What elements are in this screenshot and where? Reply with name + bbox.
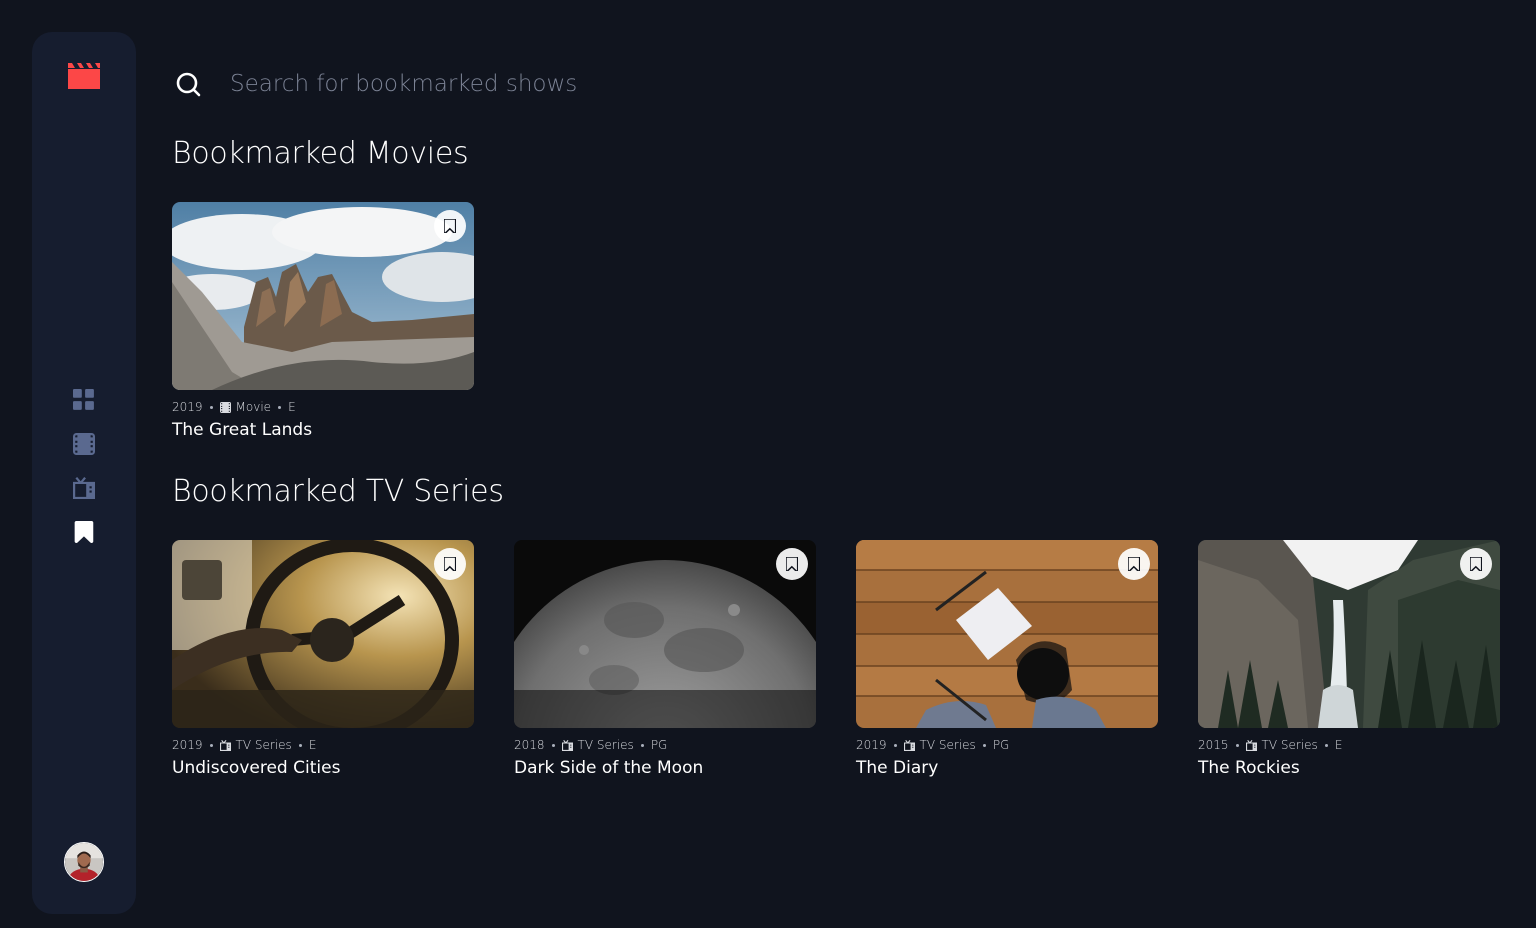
- nav-bookmark-icon[interactable]: [73, 521, 95, 543]
- nav-movies-film-icon[interactable]: [73, 433, 95, 455]
- bookmark-outline-icon: [444, 219, 456, 233]
- meta-separator: [298, 743, 302, 747]
- bookmark-toggle-button[interactable]: [434, 548, 466, 580]
- year: 2019: [172, 400, 203, 414]
- bookmark-toggle-button[interactable]: [434, 210, 466, 242]
- meta-separator: [209, 405, 213, 409]
- tv-series-meta: 2018 TV Series PG: [514, 738, 816, 752]
- bookmark-toggle-button[interactable]: [1118, 548, 1150, 580]
- section-title-movies: Bookmarked Movies: [172, 136, 469, 171]
- tv-series-meta: 2019 TV Series E: [172, 738, 474, 752]
- sidebar: [32, 32, 136, 914]
- movie-title[interactable]: The Great Lands: [172, 420, 474, 440]
- bookmark-toggle-button[interactable]: [776, 548, 808, 580]
- tv-series-meta: 2019 TV Series PG: [856, 738, 1158, 752]
- meta-separator: [1324, 743, 1328, 747]
- rating: E: [288, 400, 296, 414]
- bookmark-outline-icon: [444, 557, 456, 571]
- tv-series-card[interactable]: 2015 TV Series E The Rockies: [1198, 540, 1500, 778]
- rating: PG: [650, 738, 668, 752]
- tv-series-meta: 2015 TV Series E: [1198, 738, 1500, 752]
- tv-category-icon: [1245, 739, 1257, 751]
- tv-series-card[interactable]: 2018 TV Series PG Dark Side of the Moon: [514, 540, 816, 778]
- tv-series-title[interactable]: Dark Side of the Moon: [514, 758, 816, 778]
- tv-series-title[interactable]: The Diary: [856, 758, 1158, 778]
- category: TV Series: [1261, 738, 1318, 752]
- meta-separator: [982, 743, 986, 747]
- bookmark-outline-icon: [1128, 557, 1140, 571]
- sidebar-nav: [73, 389, 95, 565]
- year: 2019: [856, 738, 887, 752]
- tv-category-icon: [561, 739, 573, 751]
- rating: E: [1334, 738, 1343, 752]
- tv-series-thumbnail[interactable]: [856, 540, 1158, 728]
- tv-series-title[interactable]: Undiscovered Cities: [172, 758, 474, 778]
- meta-separator: [209, 743, 213, 747]
- film-clapper-icon[interactable]: [68, 63, 100, 89]
- movie-category-icon: [219, 401, 231, 413]
- nav-home-grid-icon[interactable]: [73, 389, 95, 411]
- tv-category-icon: [219, 739, 231, 751]
- section-title-tv-series: Bookmarked TV Series: [172, 474, 504, 509]
- tv-series-title[interactable]: The Rockies: [1198, 758, 1500, 778]
- user-avatar[interactable]: [64, 842, 104, 882]
- tv-series-thumbnail[interactable]: [172, 540, 474, 728]
- bookmark-toggle-button[interactable]: [1460, 548, 1492, 580]
- year: 2019: [172, 738, 203, 752]
- rating: PG: [992, 738, 1010, 752]
- nav-tv-series-icon[interactable]: [73, 477, 95, 499]
- bookmark-outline-icon: [786, 557, 798, 571]
- mountain-peaks-photo: [172, 202, 474, 390]
- tv-category-icon: [903, 739, 915, 751]
- rating: E: [308, 738, 317, 752]
- wooden-desk-notepad-photo: [856, 540, 1158, 728]
- bookmark-outline-icon: [1470, 557, 1482, 571]
- search-icon[interactable]: [172, 68, 204, 100]
- year: 2018: [514, 738, 545, 752]
- meta-separator: [278, 405, 282, 409]
- movie-meta: 2019 Movie E: [172, 400, 474, 414]
- movie-thumbnail[interactable]: [172, 202, 474, 390]
- movie-card[interactable]: 2019 Movie E The Great Lands: [172, 202, 474, 440]
- search-input[interactable]: [228, 66, 1502, 102]
- meta-separator: [893, 743, 897, 747]
- category: TV Series: [577, 738, 634, 752]
- meta-separator: [1235, 743, 1239, 747]
- car-steering-wheel-photo: [172, 540, 474, 728]
- tv-series-thumbnail[interactable]: [1198, 540, 1500, 728]
- category: TV Series: [919, 738, 976, 752]
- tv-series-card[interactable]: 2019 TV Series E Undiscovered Cities: [172, 540, 474, 778]
- tv-series-thumbnail[interactable]: [514, 540, 816, 728]
- waterfall-canyon-photo: [1198, 540, 1500, 728]
- half-moon-photo: [514, 540, 816, 728]
- meta-separator: [551, 743, 555, 747]
- tv-series-card[interactable]: 2019 TV Series PG The Diary: [856, 540, 1158, 778]
- category: Movie: [235, 400, 272, 414]
- category: TV Series: [235, 738, 292, 752]
- year: 2015: [1198, 738, 1229, 752]
- meta-separator: [640, 743, 644, 747]
- search-bar: [172, 66, 1502, 102]
